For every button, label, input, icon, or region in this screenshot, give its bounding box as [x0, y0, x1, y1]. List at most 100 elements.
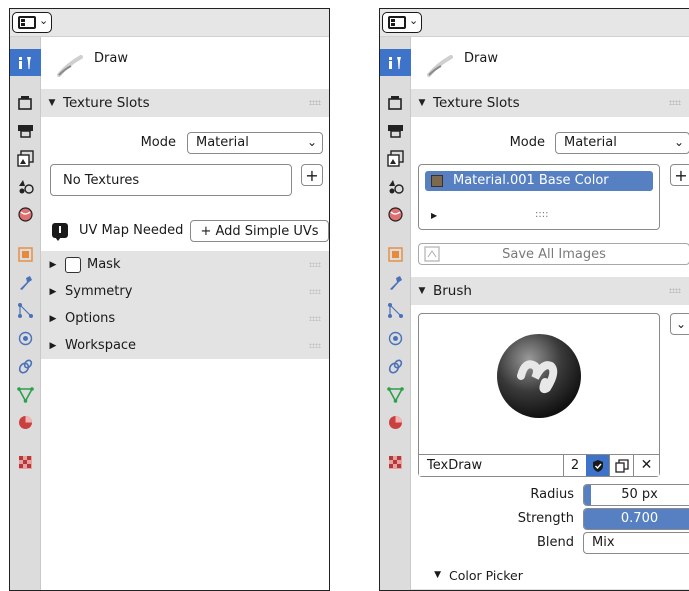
mask-checkbox[interactable] [65, 256, 81, 273]
particles-tab[interactable] [12, 297, 39, 324]
brush-name-field[interactable]: TexDraw [427, 458, 482, 473]
chevron-down-icon: ⌄ [409, 14, 419, 27]
active-tool-row: Draw [411, 37, 689, 93]
add-texture-button[interactable]: + [301, 164, 323, 186]
object-tab[interactable] [12, 241, 39, 268]
texture-tab[interactable] [12, 449, 39, 476]
disclosure-open-icon: ▼ [48, 98, 56, 108]
texture-slots-header[interactable]: ▼ Texture Slots [41, 89, 329, 117]
world-tab[interactable] [12, 201, 39, 228]
drag-grip-icon[interactable] [309, 289, 321, 294]
add-simple-uvs-button[interactable]: + Add Simple UVs [190, 220, 329, 242]
disclosure-open-icon: ▼ [418, 98, 426, 108]
mode-select[interactable]: Material ⌄ [187, 132, 323, 154]
strength-value: 0.700 [620, 511, 659, 526]
drag-grip-icon[interactable] [669, 100, 681, 105]
duplicate-icon [614, 458, 629, 473]
disclosure-closed-icon: ▶ [49, 259, 57, 270]
constraints-tab[interactable] [382, 353, 409, 380]
modifier-tab[interactable] [382, 269, 409, 296]
texture-slots-title: Texture Slots [433, 95, 520, 111]
drag-grip-icon[interactable] [309, 100, 321, 105]
brush-thumbnail-icon [497, 334, 581, 418]
drag-grip-icon[interactable] [309, 343, 321, 348]
brush-header[interactable]: ▼ Brush [411, 277, 689, 305]
properties-editor-right: ⌄ Draw ▼ Texture Slots Mode Material ⌄ M… [379, 8, 689, 591]
texture-slots-title: Texture Slots [63, 95, 150, 111]
output-icon [18, 125, 33, 138]
active-tool-row: Draw [41, 37, 329, 93]
editor-header: ⌄ [10, 9, 329, 37]
view-layer-tab[interactable] [382, 145, 409, 172]
scene-icon [389, 180, 404, 194]
physics-tab[interactable] [12, 325, 39, 352]
view-layer-tab[interactable] [12, 145, 39, 172]
add-texture-button[interactable]: + [670, 164, 689, 186]
data-tab[interactable] [12, 381, 39, 408]
symmetry-subpanel-header[interactable]: ▶ Symmetry [41, 278, 329, 305]
render-tab[interactable] [12, 89, 39, 116]
data-tab[interactable] [382, 381, 409, 408]
scene-tab[interactable] [12, 173, 39, 200]
texture-slots-header[interactable]: ▼ Texture Slots [411, 89, 689, 117]
object-tab[interactable] [382, 241, 409, 268]
disclosure-closed-icon: ▶ [49, 340, 57, 351]
mode-select[interactable]: Material ⌄ [555, 132, 689, 154]
output-tab[interactable] [12, 117, 39, 144]
list-resize-grip[interactable]: :::: [535, 209, 548, 220]
disclosure-open-icon: ▼ [434, 570, 441, 580]
color-picker-subpanel-header[interactable]: ▼ Color Picker [411, 561, 689, 589]
tool-tab[interactable] [10, 49, 41, 76]
workspace-subpanel-header[interactable]: ▶ Workspace [41, 332, 329, 359]
brush-users-count[interactable]: 2 [563, 455, 586, 476]
plus-icon: + [674, 165, 688, 185]
render-tab[interactable] [382, 89, 409, 116]
texture-slot-list[interactable]: No Textures [50, 164, 292, 196]
tool-icon [19, 57, 31, 69]
editor-type-button[interactable]: ⌄ [12, 12, 52, 33]
physics-tab[interactable] [382, 325, 409, 352]
unlink-brush-button[interactable]: ✕ [633, 455, 659, 476]
properties-editor-icon [388, 16, 406, 29]
particles-icon [388, 303, 403, 318]
scene-tab[interactable] [382, 173, 409, 200]
list-expand-icon[interactable]: ▶ [431, 211, 437, 220]
material-icon [19, 416, 32, 429]
drag-grip-icon[interactable] [669, 288, 681, 293]
particles-tab[interactable] [382, 297, 409, 324]
output-tab[interactable] [382, 117, 409, 144]
drag-grip-icon[interactable] [309, 316, 321, 321]
chevron-down-icon: ⌄ [306, 135, 317, 149]
drag-grip-icon[interactable] [309, 262, 321, 267]
texture-slot-list[interactable]: Material.001 Base Color ▶ :::: [418, 164, 660, 230]
color-picker-label: Color Picker [449, 567, 523, 583]
options-subpanel-header[interactable]: ▶ Options [41, 305, 329, 332]
tool-tab[interactable] [380, 49, 411, 76]
symmetry-label: Symmetry [65, 284, 133, 299]
image-thumbnail-icon [431, 175, 443, 187]
duplicate-brush-button[interactable] [609, 455, 633, 476]
material-tab[interactable] [12, 409, 39, 436]
mask-subpanel-header[interactable]: ▶ Mask [41, 251, 329, 278]
modifier-tab[interactable] [12, 269, 39, 296]
material-tab[interactable] [382, 409, 409, 436]
radius-slider[interactable]: 50 px [583, 484, 689, 506]
close-icon: ✕ [640, 457, 653, 473]
view-layer-icon [387, 150, 404, 167]
save-all-images-button[interactable]: Save All Images [418, 243, 689, 265]
editor-type-button[interactable]: ⌄ [382, 12, 422, 33]
brush-specials-button[interactable]: ⌄ [670, 313, 689, 335]
brush-preview[interactable]: TexDraw 2 ✕ [418, 313, 660, 477]
blend-select[interactable]: Mix ⌄ [583, 532, 689, 554]
mask-label: Mask [87, 257, 121, 272]
particles-icon [18, 303, 33, 318]
strength-slider[interactable]: 0.700 [583, 508, 689, 530]
world-tab[interactable] [382, 201, 409, 228]
constraints-tab[interactable] [12, 353, 39, 380]
world-icon [388, 207, 403, 222]
constraints-icon [18, 359, 33, 374]
fake-user-toggle[interactable] [586, 455, 609, 476]
blend-value: Mix [592, 535, 615, 550]
texture-slot-item-selected[interactable]: Material.001 Base Color [425, 171, 653, 191]
texture-tab[interactable] [382, 449, 409, 476]
